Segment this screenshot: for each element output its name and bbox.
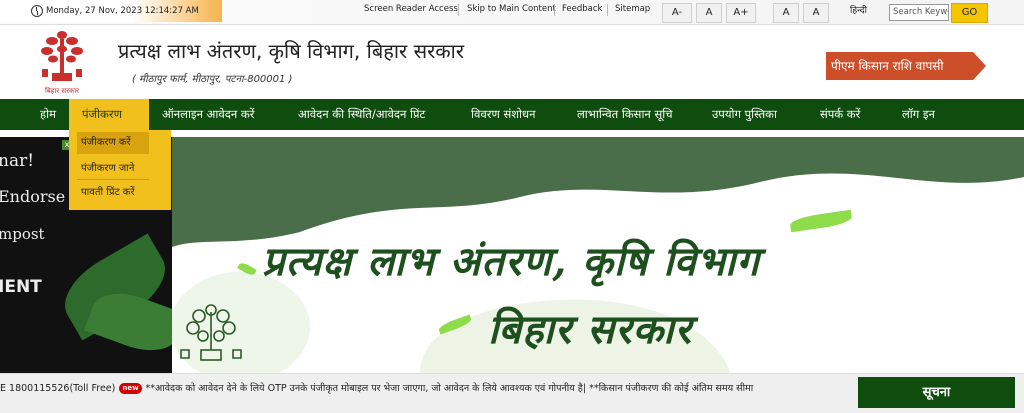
- notice-button[interactable]: सूचना: [858, 377, 1015, 408]
- nav-application-status[interactable]: आवेदन की स्थिति/आवेदन प्रिंट: [298, 99, 425, 130]
- top-utility-bar: Monday, 27 Nov, 2023 12:14:27 AM Screen …: [0, 0, 1024, 25]
- skip-to-main-link-text[interactable]: Skip to Main Content: [467, 4, 556, 14]
- nav-user-manual[interactable]: उपयोग पुस्तिका: [712, 99, 777, 130]
- search-input[interactable]: Search Keywo: [889, 4, 949, 21]
- feedback-link-text[interactable]: Feedback: [562, 4, 602, 14]
- nav-registration[interactable]: पंजीकरण: [69, 99, 149, 130]
- link-divider: [458, 4, 459, 16]
- toll-free-number: E 1800115526(Toll Free): [0, 383, 116, 394]
- nav-contact[interactable]: संपर्क करें: [820, 99, 860, 130]
- promo-line-2: Endorse: [0, 187, 66, 206]
- sitemap-link[interactable]: Sitemap: [615, 4, 650, 14]
- site-header: बिहार सरकार प्रत्यक्ष लाभ अंतरण, कृषि वि…: [0, 25, 1024, 99]
- screen-reader-link-text[interactable]: Screen Reader Access: [364, 4, 458, 14]
- main-navigation: होम पंजीकरण ऑनलाइन आवेदन करें आवेदन की स…: [0, 99, 1024, 130]
- bihar-emblem-logo[interactable]: बिहार सरकार: [38, 29, 86, 97]
- font-normal-button[interactable]: A: [696, 3, 722, 23]
- link-divider: [607, 4, 608, 16]
- nav-online-apply[interactable]: ऑनलाइन आवेदन करें: [162, 99, 254, 130]
- new-badge-icon: new: [119, 383, 142, 394]
- dropdown-register[interactable]: पंजीकरण करें: [77, 132, 149, 154]
- news-ticker-bar: E 1800115526(Toll Free) new **आवेदक को आवे…: [0, 373, 1024, 413]
- site-address: ( मीठापुर फार्म, मीठापुर, पटना-800001 ): [132, 74, 293, 85]
- nav-beneficiary-list[interactable]: लाभान्वित किसान सूचि: [577, 99, 673, 130]
- promo-line-3: mpost: [0, 225, 45, 243]
- nav-home[interactable]: होम: [40, 99, 56, 130]
- dropdown-print-receipt[interactable]: पावती प्रिंट करें: [77, 182, 149, 204]
- sitemap-link-text[interactable]: Sitemap: [615, 4, 650, 14]
- hero-title: प्रत्यक्ष लाभ अंतरण, कृषि विभाग: [262, 238, 760, 285]
- bihar-emblem-watermark: [180, 304, 242, 361]
- feedback-link[interactable]: Feedback: [562, 4, 602, 14]
- ticker-message: **आवेदक को आवेदन देने के लिये OTP उनके प…: [145, 383, 754, 394]
- contrast-high-button[interactable]: A: [803, 3, 829, 23]
- screen-reader-link[interactable]: Screen Reader Access: [364, 4, 458, 14]
- dropdown-know-registration[interactable]: पंजीकरण जाने: [77, 158, 149, 180]
- promo-line-4: IENT: [0, 277, 42, 297]
- clock-icon: [31, 5, 43, 17]
- skip-to-main-link[interactable]: Skip to Main Content: [467, 4, 556, 14]
- promo-line-1: nar!: [0, 151, 35, 171]
- nav-details-correction[interactable]: विवरण संशोधन: [471, 99, 535, 130]
- font-decrease-button[interactable]: A-: [662, 3, 692, 23]
- news-ticker[interactable]: E 1800115526(Toll Free) new **आवेदक को आवे…: [0, 380, 855, 398]
- font-increase-button[interactable]: A+: [726, 3, 756, 23]
- link-divider: [554, 4, 555, 16]
- search-go-button[interactable]: GO: [951, 3, 988, 23]
- logo-caption: बिहार सरकार: [45, 86, 79, 95]
- registration-dropdown-menu: पंजीकरण करें पंजीकरण जाने पावती प्रिंट क…: [69, 130, 171, 210]
- contrast-normal-button[interactable]: A: [773, 3, 799, 23]
- datetime-text: Monday, 27 Nov, 2023 12:14:27 AM: [46, 6, 199, 16]
- language-toggle[interactable]: हिन्दी: [850, 3, 867, 16]
- site-title: प्रत्यक्ष लाभ अंतरण, कृषि विभाग, बिहार स…: [118, 39, 464, 63]
- pm-kisan-refund-button[interactable]: पीएम किसान राशि वापसी: [826, 52, 986, 80]
- hero-subtitle: बिहार सरकार: [488, 306, 692, 353]
- nav-login[interactable]: लॉग इन: [902, 99, 935, 130]
